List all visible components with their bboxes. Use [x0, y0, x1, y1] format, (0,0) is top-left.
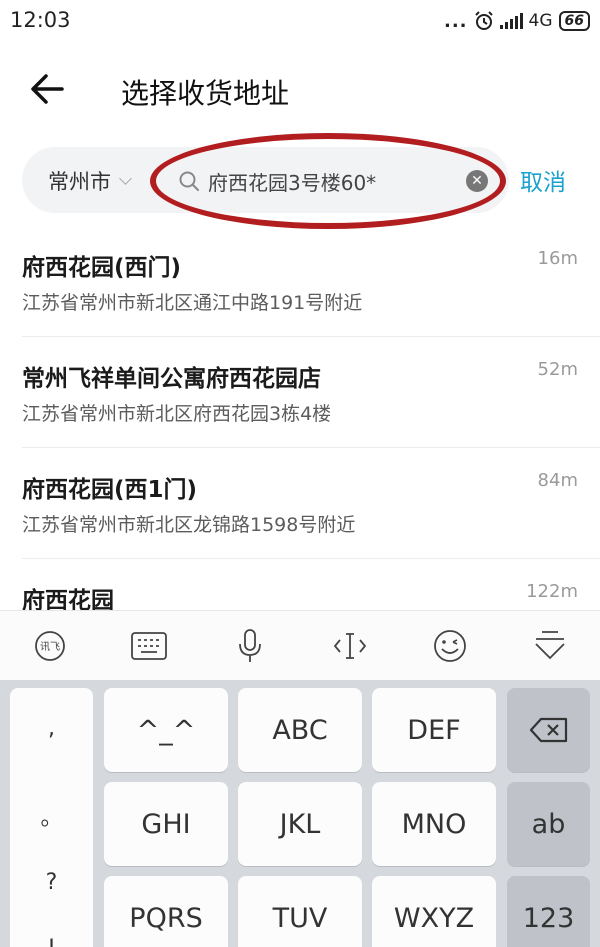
key-emoticon[interactable]: ^_^ [104, 688, 228, 772]
result-address: 江苏省常州市新北区龙锦路1598号附近 [22, 514, 356, 536]
key-mno[interactable]: MNO [372, 782, 496, 866]
search-input[interactable]: 府西花园3号楼60* ✕ [178, 163, 494, 199]
keyboard: , 。 ? ! ^_^ ABC DEF GHI JKL MNO ab PQRS … [0, 680, 600, 947]
alarm-icon [474, 11, 493, 30]
key-pqrs[interactable]: PQRS [104, 876, 228, 947]
list-item[interactable]: 府西花园(西1门) 84m 江苏省常州市新北区龙锦路1598号附近 [22, 448, 600, 559]
chevron-down-icon [119, 172, 132, 185]
punct-key-comma[interactable]: , [10, 716, 93, 741]
key-ghi[interactable]: GHI [104, 782, 228, 866]
result-distance: 122m [526, 581, 578, 602]
network-type: 4G [528, 11, 553, 31]
more-dots-icon: ... [444, 10, 468, 32]
search-bar: 常州市 府西花园3号楼60* ✕ [22, 147, 509, 213]
punctuation-column[interactable]: , 。 ? ! [10, 688, 93, 947]
key-wxyz[interactable]: WXYZ [372, 876, 496, 947]
svg-text:讯飞: 讯飞 [40, 641, 60, 653]
status-bar: 12:03 ... 4G 66 [0, 0, 600, 44]
key-tuv[interactable]: TUV [238, 876, 362, 947]
ifly-logo-icon[interactable]: 讯飞 [30, 626, 70, 666]
city-label: 常州市 [48, 170, 111, 194]
punct-key-question[interactable]: ? [10, 870, 93, 895]
status-icons: ... 4G 66 [444, 9, 590, 33]
backspace-icon [529, 717, 567, 743]
page-header: 选择收货地址 [0, 55, 600, 125]
back-arrow-icon[interactable] [28, 71, 68, 107]
result-name: 府西花园 [22, 588, 114, 610]
key-ab[interactable]: ab [507, 782, 590, 866]
city-selector[interactable]: 常州市 [48, 166, 132, 196]
search-results-list: 府西花园(西门) 16m 江苏省常州市新北区通江中路191号附近 常州飞祥单间公… [0, 226, 600, 610]
search-row: 常州市 府西花园3号楼60* ✕ 取消 [22, 147, 582, 213]
status-time: 12:03 [10, 8, 71, 32]
keyboard-toolbar: 讯飞 [0, 610, 600, 680]
result-name: 府西花园(西1门) [22, 477, 198, 503]
cancel-button[interactable]: 取消 [520, 163, 566, 197]
result-distance: 84m [537, 470, 578, 491]
battery-icon: 66 [558, 11, 590, 31]
microphone-icon[interactable] [230, 626, 270, 666]
key-jkl[interactable]: JKL [238, 782, 362, 866]
clear-icon[interactable]: ✕ [466, 170, 488, 192]
key-abc[interactable]: ABC [238, 688, 362, 772]
page-title: 选择收货地址 [121, 77, 290, 110]
list-item[interactable]: 府西花园 122m [22, 559, 600, 610]
result-address: 江苏省常州市新北区通江中路191号附近 [22, 292, 363, 314]
backspace-button[interactable] [507, 688, 590, 772]
result-name: 府西花园(西门) [22, 255, 182, 281]
keyboard-icon[interactable] [129, 626, 169, 666]
result-name: 常州飞祥单间公寓府西花园店 [22, 366, 321, 392]
signal-icon [499, 13, 523, 29]
emoji-icon[interactable] [430, 626, 470, 666]
punct-key-exclaim[interactable]: ! [10, 936, 93, 947]
search-icon [179, 171, 199, 191]
list-item[interactable]: 常州飞祥单间公寓府西花园店 52m 江苏省常州市新北区府西花园3栋4楼 [22, 337, 600, 448]
list-item[interactable]: 府西花园(西门) 16m 江苏省常州市新北区通江中路191号附近 [22, 226, 600, 337]
search-query: 府西花园3号楼60* [208, 170, 377, 195]
result-address: 江苏省常州市新北区府西花园3栋4楼 [22, 403, 332, 425]
result-distance: 16m [537, 248, 578, 269]
key-def[interactable]: DEF [372, 688, 496, 772]
collapse-keyboard-icon[interactable] [530, 626, 570, 666]
result-distance: 52m [537, 359, 578, 380]
key-123[interactable]: 123 [507, 876, 590, 947]
punct-key-period[interactable]: 。 [10, 800, 93, 832]
cursor-move-icon[interactable] [330, 626, 370, 666]
